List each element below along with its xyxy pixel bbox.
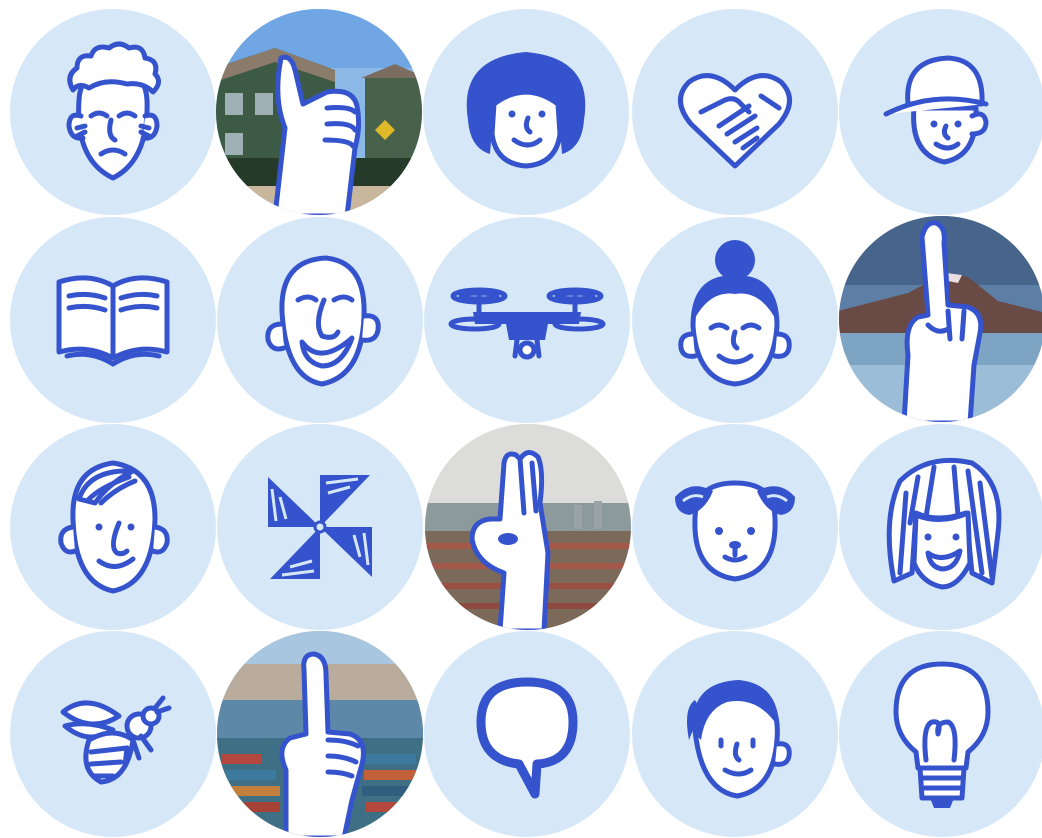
thumbs-up-photo-icon — [215, 8, 423, 216]
pinwheel-icon — [216, 423, 424, 631]
drone-icon — [423, 216, 631, 424]
pointing-hand-port-photo-icon — [216, 630, 424, 838]
woman-ponytail-icon — [631, 630, 839, 838]
bee-icon — [9, 630, 217, 838]
icon-grid — [0, 0, 1042, 837]
woman-with-bun-icon — [631, 216, 839, 424]
heart-handshake-icon — [631, 8, 839, 216]
woman-bob-face-icon — [422, 8, 630, 216]
open-book-icon — [9, 216, 217, 424]
puppy-icon — [631, 423, 839, 631]
ok-hand-town-photo-icon — [424, 423, 632, 631]
curly-haired-man-icon — [9, 8, 217, 216]
light-bulb-icon — [838, 630, 1042, 838]
woman-long-hair-icon — [838, 423, 1042, 631]
boy-with-cap-icon — [838, 8, 1042, 216]
pointing-up-volcano-photo-icon — [838, 215, 1042, 423]
speech-bubble-icon — [423, 630, 631, 838]
man-side-part-icon — [9, 423, 217, 631]
bald-old-man-icon — [216, 216, 424, 424]
